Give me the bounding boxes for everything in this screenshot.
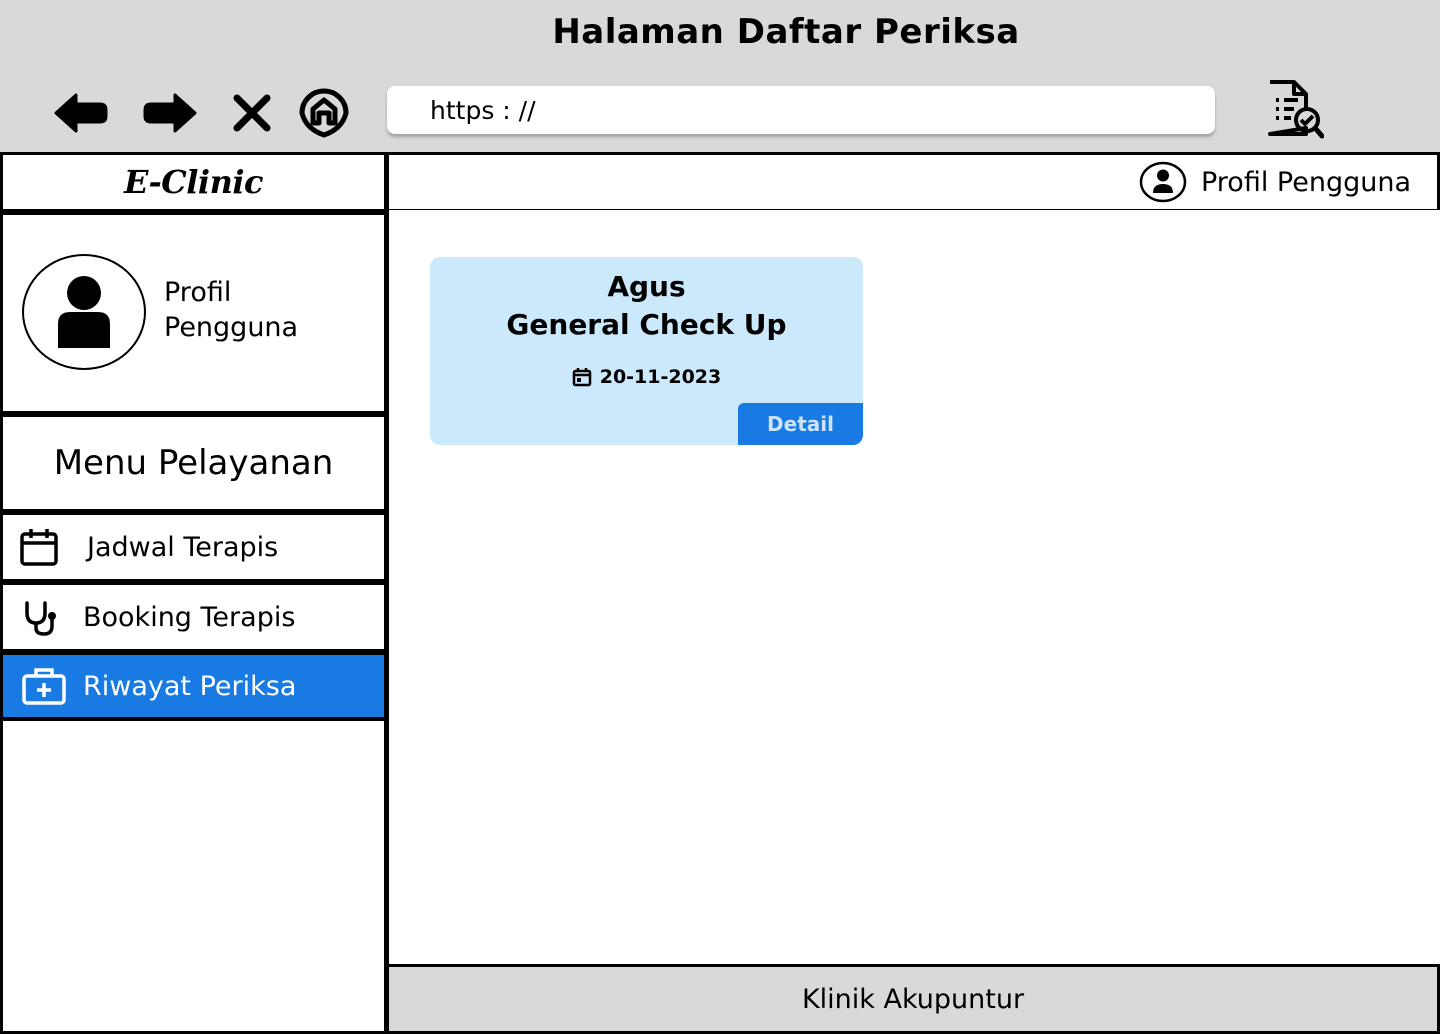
arrow-left-icon [54,93,108,133]
patient-name: Agus [607,270,686,303]
header-profile-link[interactable]: Profil Pengguna [1139,161,1411,203]
browser-toolbar: Halaman Daftar Periksa https : // [0,0,1440,152]
user-icon [58,276,110,348]
close-icon [233,94,271,132]
document-check-icon [1268,80,1325,139]
window-title: Halaman Daftar Periksa [552,12,1020,52]
sidebar-item-booking-terapis[interactable]: Booking Terapis [0,582,387,652]
brand-logo: E-Clinic [0,152,387,212]
calendar-icon [572,368,591,387]
service-name: General Check Up [506,308,787,341]
url-text: https : // [430,95,536,125]
report-button[interactable] [1264,78,1325,140]
sidebar-item-jadwal-terapis[interactable]: Jadwal Terapis [0,512,387,582]
avatar [22,254,146,370]
calendar-icon [20,529,58,566]
home-icon [299,88,349,138]
sidebar-item-label: Booking Terapis [83,601,296,633]
sidebar-profile[interactable]: Profil Pengguna [0,212,387,414]
detail-button[interactable]: Detail [738,403,863,445]
stethoscope-icon [25,601,56,636]
menu-title: Menu Pelayanan [0,414,387,512]
sidebar-item-label: Riwayat Periksa [83,670,297,702]
forward-button[interactable] [143,88,197,138]
user-circle-icon [1139,161,1187,203]
app-header: Profil Pengguna [386,152,1440,212]
url-input[interactable]: https : // [387,86,1215,134]
record-date: 20-11-2023 [430,366,863,388]
sidebar-profile-label: Profil Pengguna [164,277,299,343]
arrow-right-icon [143,93,197,133]
back-button[interactable] [54,88,108,138]
record-card: Agus General Check Up 20-11-2023 Detail [430,257,863,445]
medical-kit-icon [22,668,66,705]
footer: Klinik Akupuntur [386,964,1440,1034]
sidebar-empty-area [0,718,387,1034]
header-profile-label: Profil Pengguna [1200,166,1411,198]
home-button[interactable] [297,88,351,138]
record-date-text: 20-11-2023 [599,366,722,388]
stop-button[interactable] [225,88,279,138]
sidebar-item-riwayat-periksa[interactable]: Riwayat Periksa [0,652,387,720]
sidebar-item-label: Jadwal Terapis [87,531,279,563]
